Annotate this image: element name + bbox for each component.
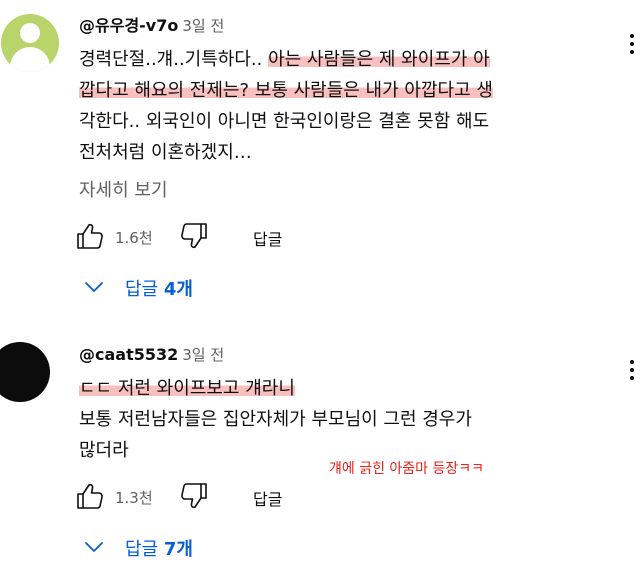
thumbs-up-icon[interactable] bbox=[76, 482, 104, 510]
show-replies-button[interactable]: 답글 7개 bbox=[84, 534, 234, 564]
highlighted-text: ㄷㄷ 저런 와이프보고 걔라니 bbox=[79, 378, 295, 399]
comment-2: @caat5532 3일 전 ㄷㄷ 저런 와이프보고 걔라니 보통 저런남자들은 … bbox=[0, 0, 640, 566]
comment-author[interactable]: @caat5532 bbox=[79, 345, 178, 364]
thumbs-down-icon[interactable] bbox=[180, 482, 208, 510]
comment-line: 보통 저런남자들은 집안자체가 부모님이 그런 경우가 bbox=[79, 409, 472, 430]
overlay-annotation: 걔에 긁힌 아줌마 등장ㅋㅋ bbox=[329, 461, 485, 477]
more-options-icon[interactable] bbox=[624, 358, 640, 384]
avatar[interactable] bbox=[0, 342, 50, 402]
reply-button[interactable]: 답글 bbox=[253, 486, 282, 510]
comment-line: ㄷㄷ 저런 와이프보고 걔라니 bbox=[79, 373, 619, 404]
comment-body: ㄷㄷ 저런 와이프보고 걔라니 보통 저런남자들은 집안자체가 부모님이 그런 … bbox=[79, 373, 619, 466]
replies-label: 답글 bbox=[125, 539, 164, 560]
like-count: 1.3천 bbox=[115, 489, 153, 507]
replies-count: 7개 bbox=[163, 539, 193, 560]
comment-meta: @caat5532 3일 전 bbox=[79, 344, 224, 365]
chevron-down-icon bbox=[85, 542, 103, 552]
comment-timestamp[interactable]: 3일 전 bbox=[182, 346, 224, 364]
